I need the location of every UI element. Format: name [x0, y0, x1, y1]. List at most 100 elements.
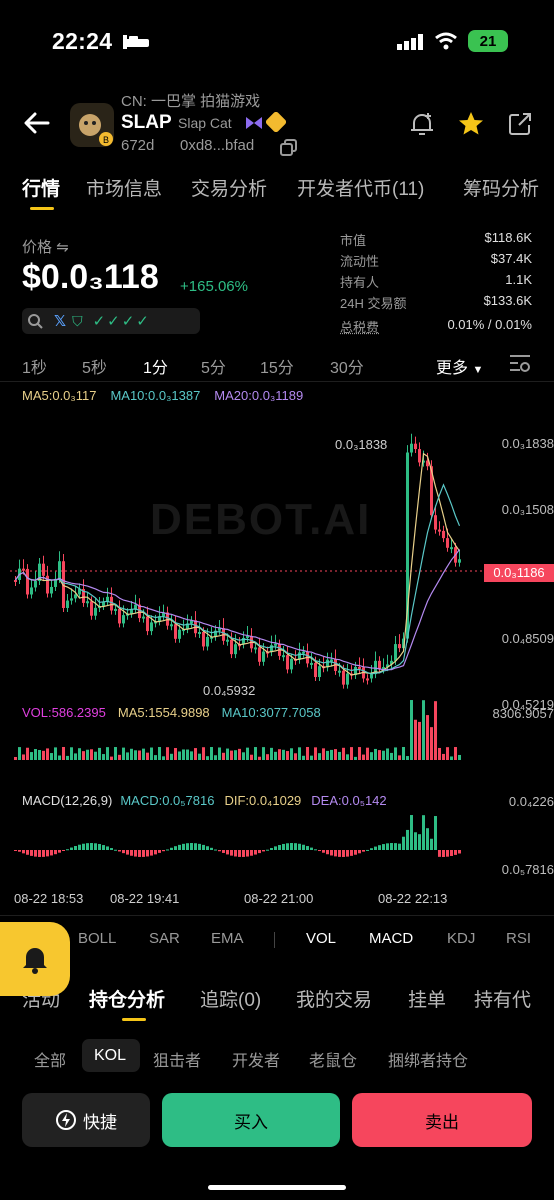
- volume-bar: [162, 756, 165, 760]
- tab-orders[interactable]: 挂单: [408, 985, 446, 1012]
- filter-all[interactable]: 全部: [34, 1047, 66, 1071]
- quick-trade-button[interactable]: 快捷: [22, 1093, 150, 1147]
- indicator-ema[interactable]: EMA: [211, 930, 244, 947]
- interval-5s[interactable]: 5秒: [82, 354, 107, 378]
- volume-bar: [282, 749, 285, 760]
- cn-name: CN: 一巴掌 拍猫游戏: [121, 93, 261, 110]
- tab-market[interactable]: 行情: [22, 174, 60, 201]
- candle: [262, 651, 265, 662]
- search-icon[interactable]: [22, 308, 48, 334]
- candlestick-chart[interactable]: [0, 405, 554, 885]
- indicator-rsi[interactable]: RSI: [506, 930, 531, 947]
- token-age: 672d: [121, 137, 155, 154]
- add-alert-bell-icon[interactable]: [408, 110, 436, 138]
- candle: [338, 670, 341, 673]
- buy-button[interactable]: 买入: [162, 1093, 340, 1147]
- volume-bar: [278, 749, 281, 760]
- filter-insiders[interactable]: 老鼠仓: [309, 1047, 357, 1071]
- indicator-macd[interactable]: MACD: [369, 930, 413, 947]
- indicator-vol[interactable]: VOL: [306, 930, 336, 947]
- divider: [0, 915, 554, 916]
- volume-bar: [30, 752, 33, 760]
- tab-my-trades[interactable]: 我的交易: [296, 985, 372, 1012]
- macd-bar: [254, 850, 257, 855]
- macd-bar: [378, 845, 381, 850]
- volume-max-label: 8306.9057: [492, 706, 554, 721]
- check-icons: ✓✓✓✓: [92, 313, 151, 330]
- vol-ma5-label: MA5:1554.9898: [117, 705, 210, 720]
- macd-title: MACD(12,26,9): [22, 793, 113, 808]
- ma20-line: [15, 549, 460, 671]
- macd-bar: [170, 847, 173, 850]
- x-twitter-icon[interactable]: 𝕏: [54, 312, 66, 330]
- volume-bar: [434, 701, 437, 760]
- macd-bar: [290, 843, 293, 850]
- volume-bar: [338, 751, 341, 760]
- volume-bar: [362, 754, 365, 760]
- price-label-text: 价格: [22, 239, 53, 256]
- volume-bar: [158, 747, 161, 760]
- favorite-star-icon[interactable]: [457, 110, 485, 138]
- macd-bar: [410, 815, 413, 850]
- volume-bar: [310, 755, 313, 760]
- volume-bar: [178, 751, 181, 760]
- tab-trade-analysis[interactable]: 交易分析: [191, 174, 267, 201]
- interval-5m[interactable]: 5分: [201, 354, 226, 378]
- interval-1s[interactable]: 1秒: [22, 354, 47, 378]
- macd-bar: [258, 850, 261, 854]
- filter-developers[interactable]: 开发者: [232, 1047, 280, 1071]
- shield-icon[interactable]: ⛉: [72, 313, 83, 330]
- filter-bundlers[interactable]: 捆绑者持仓: [388, 1047, 468, 1071]
- tab-market-info[interactable]: 市场信息: [86, 174, 162, 201]
- moving-averages: [15, 452, 461, 676]
- dea-value: DEA:0.0₅142: [311, 793, 387, 808]
- interval-15m[interactable]: 15分: [260, 354, 294, 378]
- alert-bell-button[interactable]: [0, 922, 70, 996]
- macd-bar: [110, 848, 113, 850]
- macd-bar: [186, 843, 189, 850]
- indicator-boll[interactable]: BOLL: [78, 930, 116, 947]
- tab-holders[interactable]: 持有代: [474, 985, 554, 1012]
- y-axis-label: 0.0₄8509: [501, 631, 554, 646]
- back-arrow-icon[interactable]: [22, 108, 52, 138]
- volume-bar: [38, 750, 41, 760]
- interval-1m[interactable]: 1分: [143, 354, 168, 378]
- macd-bar: [458, 850, 461, 854]
- swap-icon[interactable]: ⇋: [56, 239, 69, 256]
- filter-kol[interactable]: KOL: [94, 1047, 126, 1065]
- more-intervals-button[interactable]: 更多 ▼: [436, 354, 483, 378]
- macd-bar: [318, 850, 321, 852]
- stat-label[interactable]: 总税费: [340, 317, 379, 336]
- tab-chip-analysis[interactable]: 筹码分析: [463, 174, 539, 201]
- candle: [86, 601, 89, 604]
- candle: [206, 636, 209, 647]
- chart-settings-icon[interactable]: [508, 352, 532, 374]
- macd-bar: [358, 850, 361, 854]
- share-icon[interactable]: [507, 111, 533, 137]
- copy-icon[interactable]: [280, 139, 298, 157]
- macd-bar: [282, 843, 285, 850]
- interval-30m[interactable]: 30分: [330, 354, 364, 378]
- candle: [366, 678, 369, 681]
- candle: [314, 662, 317, 678]
- tab-dev-tokens[interactable]: 开发者代币(11): [297, 174, 424, 201]
- volume-bar: [458, 754, 461, 760]
- macd-bar: [34, 850, 37, 857]
- filter-snipers[interactable]: 狙击者: [153, 1047, 201, 1071]
- macd-bar: [182, 843, 185, 850]
- social-links: 𝕏 ⛉ ✓✓✓✓: [22, 308, 200, 334]
- candle: [66, 600, 69, 608]
- macd-bar: [370, 848, 373, 850]
- macd-bar: [62, 850, 65, 851]
- indicator-kdj[interactable]: KDJ: [447, 930, 475, 947]
- tab-underline: [122, 1018, 146, 1021]
- tab-holdings-analysis[interactable]: 持仓分析: [89, 985, 165, 1012]
- macd-bar: [94, 843, 97, 850]
- tab-tracking[interactable]: 追踪(0): [200, 985, 261, 1012]
- contract-address[interactable]: 0xd8...bfad: [180, 137, 254, 154]
- indicator-sar[interactable]: SAR: [149, 930, 180, 947]
- candle: [94, 607, 97, 616]
- volume-bar: [410, 700, 413, 760]
- ma10-label: MA10:0.0₃1387: [110, 388, 201, 403]
- sell-button[interactable]: 卖出: [352, 1093, 532, 1147]
